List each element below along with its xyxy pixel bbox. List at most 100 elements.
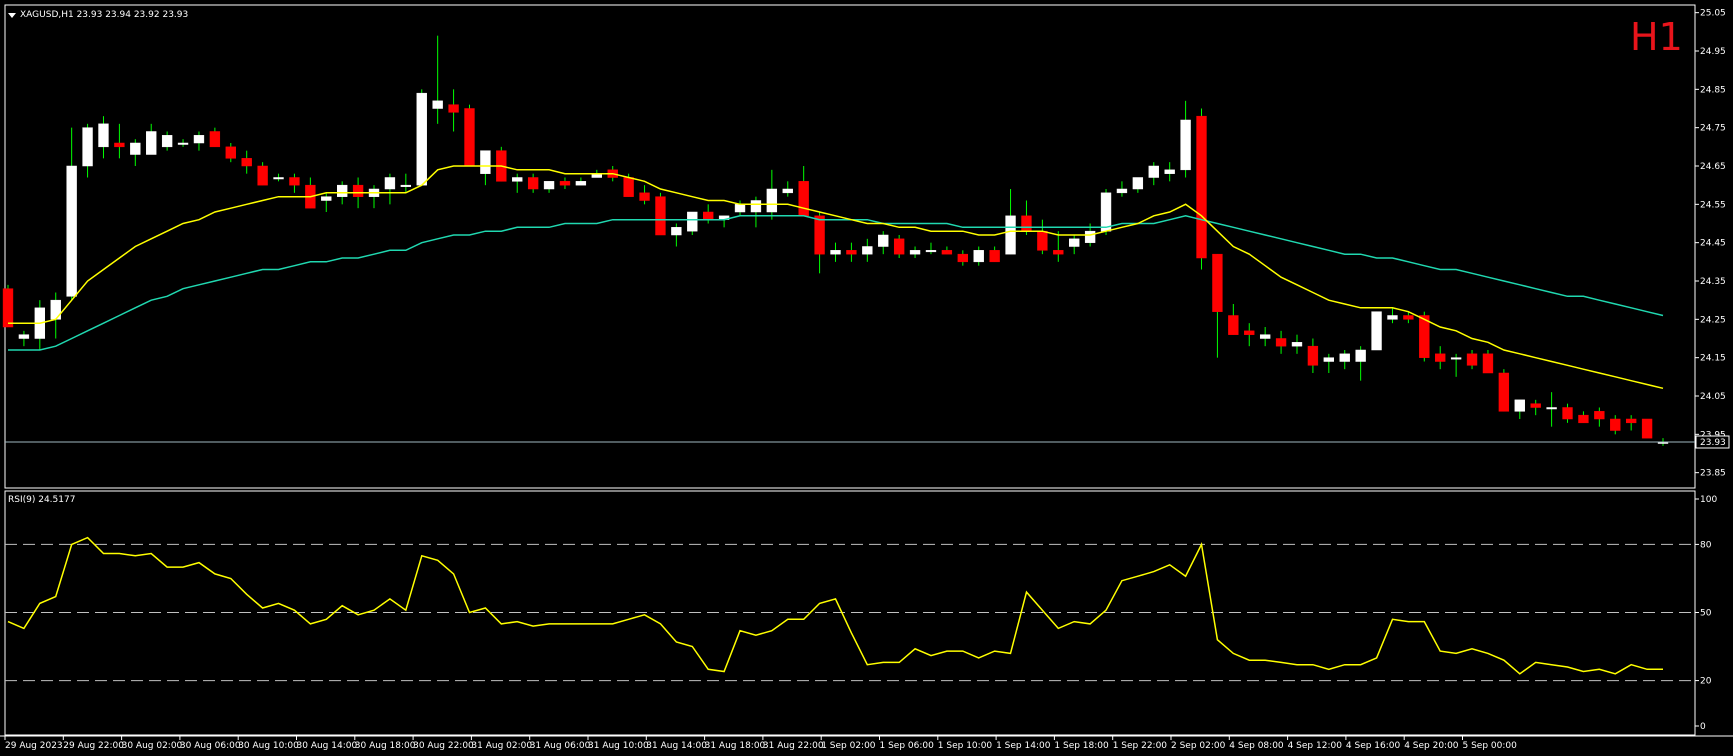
bull-candle — [50, 299, 61, 320]
bear-candle — [1578, 414, 1589, 424]
bull-candle — [416, 92, 427, 186]
bear-candle — [1466, 353, 1478, 366]
time-tick-label: 31 Aug 14:00 — [646, 741, 707, 751]
bull-candle — [18, 334, 30, 339]
bull-candle — [1323, 357, 1335, 362]
time-tick-label: 30 Aug 02:00 — [122, 741, 183, 751]
price-tick-label: 23.85 — [1700, 469, 1726, 479]
time-tick-label: 1 Sep 18:00 — [1054, 741, 1109, 751]
rsi-tick-label: 0 — [1700, 722, 1706, 732]
bear-candle — [1530, 403, 1541, 408]
bull-candle — [384, 177, 396, 190]
bull-candle — [909, 250, 921, 255]
bear-candle — [464, 108, 475, 167]
symbol-dropdown[interactable]: XAGUSD,H1 23.93 23.94 23.92 23.93 — [8, 10, 188, 20]
candles — [2, 35, 1669, 446]
bear-candle — [1482, 353, 1494, 374]
bull-candle — [1259, 334, 1271, 339]
bear-candle — [448, 104, 459, 113]
rsi-line — [7, 536, 1663, 675]
bear-candle — [209, 131, 221, 148]
price-tick-label: 24.85 — [1700, 85, 1726, 95]
bear-candle — [1610, 418, 1621, 431]
bull-candle — [480, 150, 491, 174]
time-tick-label: 30 Aug 18:00 — [355, 741, 416, 751]
bull-candle — [925, 250, 937, 253]
bull-candle — [1514, 399, 1525, 412]
bear-candle — [957, 253, 968, 263]
time-tick-label: 1 Sep 06:00 — [880, 741, 935, 751]
bear-candle — [527, 177, 539, 190]
time-tick-label: 31 Aug 22:00 — [763, 741, 824, 751]
bear-candle — [989, 250, 1000, 263]
bull-candle — [830, 250, 841, 255]
bull-candle — [400, 184, 412, 187]
bull-candle — [321, 196, 332, 201]
fast-ma-line — [8, 165, 1664, 390]
time-tick-label: 1 Sep 22:00 — [1113, 741, 1168, 751]
bull-candle — [177, 142, 189, 145]
bear-candle — [1307, 345, 1319, 366]
bear-candle — [623, 177, 634, 197]
bear-candle — [1435, 353, 1446, 362]
bear-candle — [1403, 315, 1414, 320]
bear-candle — [1625, 418, 1637, 424]
bear-candle — [1275, 338, 1287, 347]
current-price-label: 23.93 — [1700, 438, 1726, 448]
price-axis: 25.05 24.95 24.85 24.75 24.65 24.55 24.45 24.35… — [1695, 9, 1726, 479]
rsi-tick-label: 100 — [1700, 495, 1717, 505]
bull-candle — [1132, 177, 1144, 190]
price-tick-label: 24.75 — [1700, 124, 1726, 134]
bull-candle — [1180, 119, 1191, 171]
time-tick-label: 31 Aug 18:00 — [705, 741, 766, 751]
rsi-label: RSI(9) 24.5177 — [8, 495, 75, 505]
bull-candle — [336, 184, 348, 197]
bull-candle — [1291, 342, 1303, 347]
price-tick-label: 24.25 — [1700, 315, 1726, 325]
bull-candle — [98, 123, 109, 148]
bear-candle — [241, 158, 252, 167]
bear-candle — [2, 288, 14, 328]
bear-candle — [893, 238, 905, 255]
bear-candle — [1498, 372, 1510, 412]
bull-candle — [66, 165, 77, 297]
time-tick-label: 31 Aug 10:00 — [588, 741, 649, 751]
time-tick-label: 2 Sep 02:00 — [1171, 741, 1226, 751]
chart-window: 25.05 24.95 24.85 24.75 24.65 24.55 24.45 24.35… — [0, 0, 1733, 756]
chart-canvas[interactable]: 25.05 24.95 24.85 24.75 24.65 24.55 24.45 24.35… — [0, 0, 1733, 756]
price-tick-label: 25.05 — [1700, 9, 1726, 19]
bull-candle — [766, 188, 778, 213]
price-tick-label: 24.05 — [1700, 392, 1726, 402]
bear-candle — [559, 181, 571, 186]
price-panel-frame — [4, 4, 1696, 489]
bull-candle — [432, 100, 443, 109]
price-tick-label: 24.55 — [1700, 200, 1726, 210]
time-tick-label: 29 Aug 2023 — [5, 741, 63, 751]
time-tick-label: 31 Aug 02:00 — [471, 741, 532, 751]
bull-candle — [687, 211, 698, 232]
time-tick-label: 1 Sep 14:00 — [996, 741, 1051, 751]
bear-candle — [941, 250, 953, 255]
bull-candle — [146, 131, 157, 155]
time-tick-label: 1 Sep 02:00 — [821, 741, 876, 751]
bear-candle — [1244, 330, 1255, 335]
price-tick-label: 24.95 — [1700, 47, 1726, 57]
bear-candle — [1037, 230, 1048, 251]
rsi-tick-label: 50 — [1700, 609, 1712, 619]
rsi-axis: 0 20 50 80 100 — [5, 495, 1717, 732]
bull-candle — [575, 181, 587, 186]
bear-candle — [1196, 115, 1207, 259]
bull-candle — [1100, 192, 1112, 232]
bear-candle — [1419, 315, 1430, 358]
time-tick-label: 4 Sep 16:00 — [1346, 741, 1401, 751]
time-tick-label: 5 Sep 00:00 — [1463, 741, 1518, 751]
bull-candle — [1450, 357, 1462, 360]
time-tick-label: 4 Sep 08:00 — [1229, 741, 1284, 751]
bear-candle — [257, 165, 268, 186]
time-tick-label: 30 Aug 10:00 — [238, 741, 299, 751]
rsi-tick-label: 20 — [1700, 677, 1712, 687]
bull-candle — [750, 200, 762, 213]
bear-candle — [1212, 253, 1223, 312]
bull-candle — [1546, 407, 1557, 410]
dropdown-triangle-icon[interactable] — [8, 13, 16, 18]
